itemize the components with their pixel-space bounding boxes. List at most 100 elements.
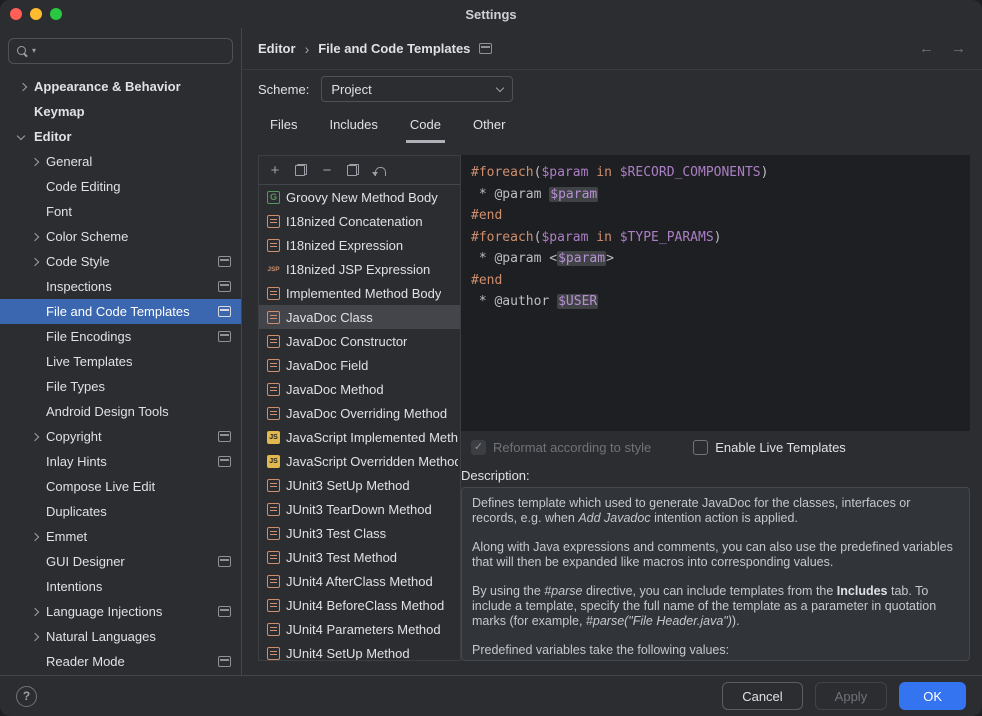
sidebar-item-emmet[interactable]: Emmet (0, 524, 241, 549)
template-item-groovy-new-method-body[interactable]: GGroovy New Method Body (259, 185, 460, 209)
code-token: $TYPE_PARAMS (620, 230, 714, 245)
chevron-slot (30, 634, 46, 640)
sidebar-item-code-style[interactable]: Code Style (0, 249, 241, 274)
sidebar-item-gui-designer[interactable]: GUI Designer (0, 549, 241, 574)
template-list-panel: + − GGroovy New Method BodyI18nized Conca… (258, 155, 461, 661)
chevron-right-icon[interactable] (31, 257, 39, 265)
sidebar-item-editor[interactable]: Editor (0, 124, 241, 149)
code-token: ) (761, 165, 769, 180)
sidebar-item-inspections[interactable]: Inspections (0, 274, 241, 299)
template-item-implemented-method-body[interactable]: Implemented Method Body (259, 281, 460, 305)
template-item-junit3-setup-method[interactable]: JUnit3 SetUp Method (259, 473, 460, 497)
reset-template-button[interactable] (367, 159, 391, 181)
sidebar-item-label: File and Code Templates (46, 304, 190, 319)
sidebar-item-file-types[interactable]: File Types (0, 374, 241, 399)
template-item-junit3-test-class[interactable]: JUnit3 Test Class (259, 521, 460, 545)
template-item-javadoc-class[interactable]: JavaDoc Class (259, 305, 460, 329)
template-item-junit4-parameters-method[interactable]: JUnit4 Parameters Method (259, 617, 460, 641)
scheme-select[interactable]: Project (321, 76, 513, 102)
tab-includes[interactable]: Includes (325, 110, 381, 143)
chevron-right-icon[interactable] (31, 607, 39, 615)
sidebar-item-file-and-code-templates[interactable]: File and Code Templates (0, 299, 241, 324)
sidebar-item-android-design-tools[interactable]: Android Design Tools (0, 399, 241, 424)
template-item-i18nized-concatenation[interactable]: I18nized Concatenation (259, 209, 460, 233)
sidebar-item-file-encodings[interactable]: File Encodings (0, 324, 241, 349)
title-bar: Settings (0, 0, 982, 28)
sidebar-item-label: Inspections (46, 279, 112, 294)
template-item-javadoc-field[interactable]: JavaDoc Field (259, 353, 460, 377)
chevron-right-icon[interactable] (19, 82, 27, 90)
sidebar-item-live-templates[interactable]: Live Templates (0, 349, 241, 374)
sidebar-item-reader-mode[interactable]: Reader Mode (0, 649, 241, 674)
template-item-junit3-test-method[interactable]: JUnit3 Test Method (259, 545, 460, 569)
sidebar-item-color-scheme[interactable]: Color Scheme (0, 224, 241, 249)
history-nav: ← → (919, 40, 966, 57)
template-item-junit4-beforeclass-method[interactable]: JUnit4 BeforeClass Method (259, 593, 460, 617)
sidebar-item-code-editing[interactable]: Code Editing (0, 174, 241, 199)
copy-template-button[interactable] (341, 159, 365, 181)
checkbox-enable-live-templates[interactable]: Enable Live Templates (693, 440, 846, 455)
template-item-junit3-teardown-method[interactable]: JUnit3 TearDown Method (259, 497, 460, 521)
search-filter-caret-icon[interactable]: ▾ (32, 47, 36, 55)
chevron-right-icon[interactable] (31, 432, 39, 440)
template-item-label: JavaScript Implemented Method (286, 430, 458, 445)
settings-search[interactable]: ▾ (8, 38, 233, 64)
code-token: ) (714, 230, 722, 245)
minimize-button[interactable] (30, 8, 42, 20)
template-item-i18nized-jsp-expression[interactable]: JSPI18nized JSP Expression (259, 257, 460, 281)
template-item-javascript-overridden-method[interactable]: JSJavaScript Overridden Method (259, 449, 460, 473)
template-item-javadoc-method[interactable]: JavaDoc Method (259, 377, 460, 401)
code-token: #end (471, 208, 502, 223)
remove-template-icon: − (323, 163, 332, 178)
sidebar-item-label: Android Design Tools (46, 404, 169, 419)
sidebar-item-appearance-behavior[interactable]: Appearance & Behavior (0, 74, 241, 99)
template-item-javadoc-constructor[interactable]: JavaDoc Constructor (259, 329, 460, 353)
chevron-right-icon[interactable] (31, 532, 39, 540)
search-input[interactable] (39, 44, 225, 59)
sidebar-item-inlay-hints[interactable]: Inlay Hints (0, 449, 241, 474)
template-item-junit4-setup-method[interactable]: JUnit4 SetUp Method (259, 641, 460, 660)
checkbox-box[interactable] (693, 440, 708, 455)
help-button[interactable]: ? (16, 686, 37, 707)
template-editor[interactable]: #foreach($param in $RECORD_COMPONENTS) *… (461, 155, 970, 431)
create-child-template-button[interactable] (289, 159, 313, 181)
ok-button[interactable]: OK (899, 682, 966, 710)
template-item-i18nized-expression[interactable]: I18nized Expression (259, 233, 460, 257)
chevron-right-icon[interactable] (31, 232, 39, 240)
template-file-icon (267, 575, 280, 588)
sidebar-item-compose-live-edit[interactable]: Compose Live Edit (0, 474, 241, 499)
sidebar-item-natural-languages[interactable]: Natural Languages (0, 624, 241, 649)
sidebar-item-general[interactable]: General (0, 149, 241, 174)
sidebar-item-label: Natural Languages (46, 629, 156, 644)
back-arrow-icon[interactable]: ← (919, 40, 934, 57)
template-item-javadoc-overriding-method[interactable]: JavaDoc Overriding Method (259, 401, 460, 425)
chevron-right-icon[interactable] (31, 157, 39, 165)
tab-files[interactable]: Files (266, 110, 301, 143)
sidebar-item-keymap[interactable]: Keymap (0, 99, 241, 124)
description-text: By using the (472, 584, 544, 598)
chevron-right-icon[interactable] (31, 632, 39, 640)
template-item-label: JUnit4 SetUp Method (286, 646, 410, 661)
sidebar-item-language-injections[interactable]: Language Injections (0, 599, 241, 624)
template-item-junit4-afterclass-method[interactable]: JUnit4 AfterClass Method (259, 569, 460, 593)
create-template-button[interactable]: + (263, 159, 287, 181)
breadcrumb-editor[interactable]: Editor (258, 41, 296, 56)
sidebar-item-duplicates[interactable]: Duplicates (0, 499, 241, 524)
template-item-javascript-implemented-method[interactable]: JSJavaScript Implemented Method (259, 425, 460, 449)
sidebar-item-copyright[interactable]: Copyright (0, 424, 241, 449)
code-token: $param (557, 251, 606, 266)
close-button[interactable] (10, 8, 22, 20)
description-paragraph: Along with Java expressions and comments… (472, 540, 959, 570)
description-box[interactable]: Defines template which used to generate … (461, 487, 970, 661)
zoom-button[interactable] (50, 8, 62, 20)
screen-icon (218, 606, 231, 617)
create-child-template-icon (295, 164, 307, 176)
sidebar-item-font[interactable]: Font (0, 199, 241, 224)
tab-code[interactable]: Code (406, 110, 445, 143)
tab-other[interactable]: Other (469, 110, 510, 143)
sidebar-item-intentions[interactable]: Intentions (0, 574, 241, 599)
cancel-button[interactable]: Cancel (722, 682, 802, 710)
forward-arrow-icon[interactable]: → (951, 40, 966, 57)
remove-template-button[interactable]: − (315, 159, 339, 181)
chevron-down-icon[interactable] (17, 131, 25, 139)
